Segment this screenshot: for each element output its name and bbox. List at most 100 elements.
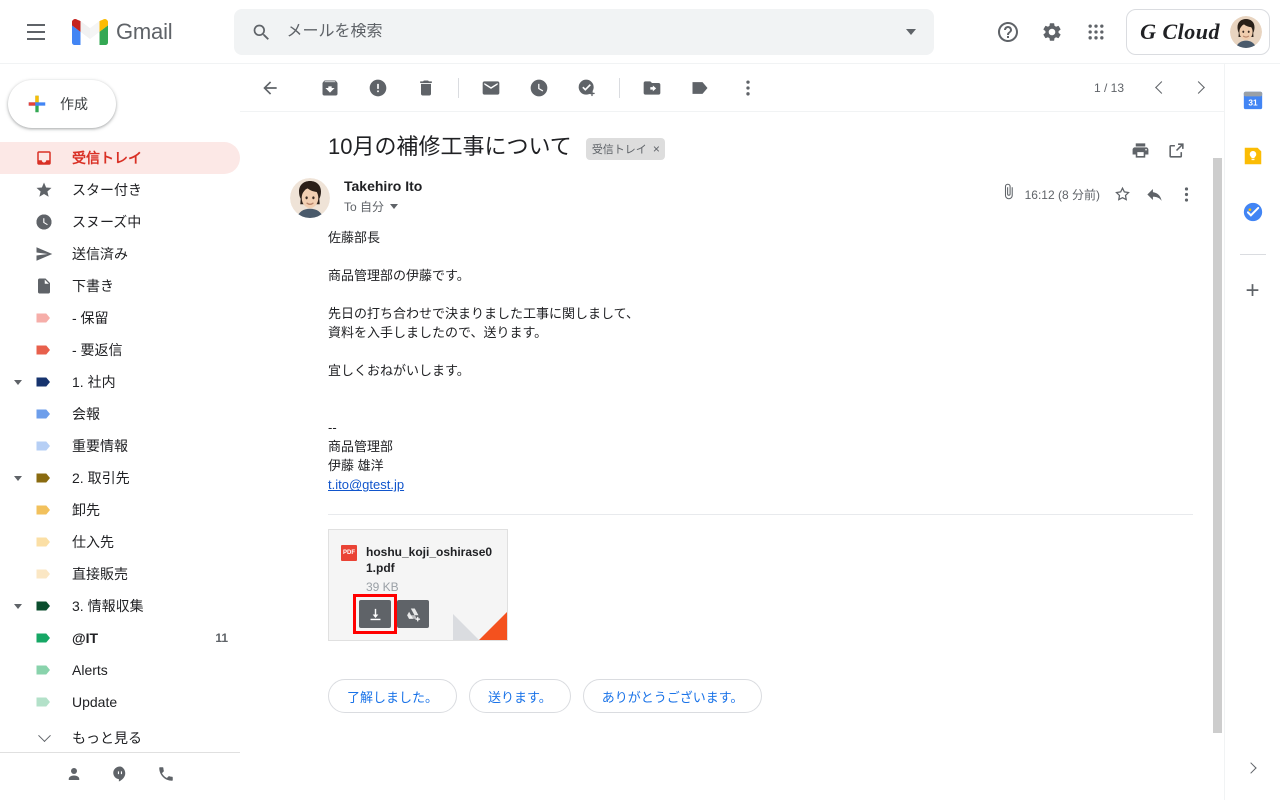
sidebar-nav: 受信トレイ スター付き スヌーズ中 送信済み 下書き - 保留 - 要返信 1.… (0, 142, 240, 754)
expand-side-panel-button[interactable] (1237, 752, 1269, 784)
sidebar-item-at-it[interactable]: @IT 11 (0, 622, 240, 654)
delete-button[interactable] (406, 68, 446, 108)
help-button[interactable] (986, 10, 1030, 54)
gmail-brand[interactable]: Gmail (72, 18, 173, 46)
sidebar-item-important-info[interactable]: 重要情報 (0, 430, 240, 462)
thread-label-chip[interactable]: 受信トレイ × (585, 138, 665, 161)
labels-icon (692, 81, 708, 94)
search-input[interactable] (286, 23, 889, 41)
top-bar-actions: G Cloud (986, 9, 1280, 55)
rail-divider (1239, 254, 1266, 255)
sidebar-item-inbox[interactable]: 受信トレイ (0, 142, 240, 174)
sender-avatar[interactable] (290, 178, 330, 219)
google-apps-button[interactable] (1074, 10, 1118, 54)
sender-email-link[interactable]: t.ito@gtest.jp (328, 477, 404, 492)
reply-button[interactable] (1138, 178, 1170, 210)
sidebar-item-alerts[interactable]: Alerts (0, 654, 240, 686)
settings-button[interactable] (1030, 10, 1074, 54)
gmail-logo-icon (72, 18, 108, 46)
back-button[interactable] (250, 68, 290, 108)
sidebar-item-suppliers[interactable]: 仕入先 (0, 526, 240, 558)
label-tag-icon (34, 692, 54, 712)
message-more-button[interactable] (1170, 178, 1202, 210)
add-to-tasks-button[interactable] (567, 68, 607, 108)
google-calendar-button[interactable]: 31 (1235, 82, 1271, 118)
sidebar-item-label: 受信トレイ (72, 150, 142, 166)
move-to-button[interactable] (632, 68, 672, 108)
addon-rail: 31 + (1224, 64, 1280, 800)
compose-button[interactable]: 作成 (8, 80, 116, 128)
label-tag-icon (34, 468, 54, 488)
phone-icon[interactable] (157, 765, 175, 788)
account-name: G Cloud (1140, 19, 1220, 44)
smart-reply-chip[interactable]: 了解しました。 (328, 679, 458, 714)
message-body-text: 佐藤部長 商品管理部の伊藤です。 先日の打ち合わせで決まりました工事に関しまして… (328, 230, 639, 474)
label-tag-icon (34, 308, 54, 328)
account-chip[interactable]: G Cloud (1126, 9, 1270, 55)
google-keep-icon (1244, 147, 1261, 165)
smart-reply-chip[interactable]: ありがとうございます。 (582, 679, 763, 714)
attachment-divider (328, 514, 1193, 516)
google-keep-button[interactable] (1235, 138, 1271, 174)
inbox-icon (34, 148, 54, 168)
help-icon (998, 22, 1019, 42)
twisty-expanded-icon[interactable] (8, 475, 28, 481)
sidebar-item-update[interactable]: Update (0, 686, 240, 718)
mark-unread-button[interactable] (471, 68, 511, 108)
more-options-button[interactable] (728, 68, 768, 108)
avatar[interactable] (1230, 16, 1262, 48)
sidebar-item-internal[interactable]: 1. 社内 (0, 366, 240, 398)
star-button[interactable] (1106, 178, 1138, 210)
add-to-drive-button[interactable] (397, 600, 429, 629)
sidebar-item-newsletter[interactable]: 会報 (0, 398, 240, 430)
add-to-tasks-icon (578, 79, 595, 96)
more-vertical-icon (1184, 187, 1188, 202)
close-icon[interactable]: × (653, 143, 660, 155)
sidebar-item-starred[interactable]: スター付き (0, 174, 240, 206)
report-spam-button[interactable] (358, 68, 398, 108)
sidebar-item-direct-sales[interactable]: 直接販売 (0, 558, 240, 590)
hangouts-icon[interactable] (111, 765, 129, 788)
next-page-button[interactable] (1180, 68, 1220, 108)
attachment-card[interactable]: PDF hoshu_koji_oshirase01.pdf 39 KB (328, 529, 508, 642)
smart-reply-chip[interactable]: 送ります。 (469, 679, 571, 714)
twisty-expanded-icon[interactable] (8, 379, 28, 385)
chevron-down-icon[interactable] (390, 204, 399, 210)
search-icon[interactable] (250, 21, 272, 43)
labels-button[interactable] (680, 68, 720, 108)
search-options-button[interactable] (888, 9, 934, 55)
chevron-right-icon (1192, 81, 1205, 94)
search-bar[interactable] (234, 9, 935, 55)
page-count: 1 / 13 (1093, 80, 1124, 95)
page-title: 10月の補修工事について (328, 134, 572, 159)
sidebar-item-label: Alerts (72, 662, 108, 678)
contacts-icon[interactable] (65, 765, 83, 788)
add-addon-button[interactable]: + (1235, 273, 1271, 309)
archive-button[interactable] (310, 68, 350, 108)
sidebar-item-needs-reply[interactable]: - 要返信 (0, 334, 240, 366)
sidebar-item-drafts[interactable]: 下書き (0, 270, 240, 302)
sidebar-item-sent[interactable]: 送信済み (0, 238, 240, 270)
recipient-line[interactable]: To 自分 (344, 198, 422, 215)
recipient-text: To 自分 (344, 200, 385, 215)
hamburger-menu-icon[interactable] (12, 8, 60, 56)
sidebar: 作成 受信トレイ スター付き スヌーズ中 送信済み 下書き - 保留 - 要返信… (0, 64, 240, 800)
email-message: Takehiro Ito To 自分 16:12 (8 分前) 佐藤部長 商品管… (240, 160, 1224, 714)
sidebar-item-clients[interactable]: 2. 取引先 (0, 462, 240, 494)
twisty-expanded-icon[interactable] (8, 603, 28, 609)
google-tasks-button[interactable] (1235, 194, 1271, 230)
sidebar-item-snoozed[interactable]: スヌーズ中 (0, 206, 240, 238)
google-tasks-icon (1243, 202, 1262, 222)
sidebar-item-hold[interactable]: - 保留 (0, 302, 240, 334)
prev-page-button[interactable] (1140, 68, 1180, 108)
download-attachment-button[interactable] (359, 600, 391, 629)
sidebar-item-label: もっと見る (72, 730, 142, 746)
snooze-button[interactable] (519, 68, 559, 108)
sidebar-item-wholesale[interactable]: 卸先 (0, 494, 240, 526)
sidebar-item-info-gathering[interactable]: 3. 情報収集 (0, 590, 240, 622)
sidebar-item-more[interactable]: もっと見る (0, 722, 240, 754)
vertical-scrollbar[interactable] (1213, 158, 1222, 733)
label-chip-text: 受信トレイ (591, 144, 647, 157)
back-arrow-icon (263, 80, 277, 95)
message-timestamp: 16:12 (8 分前) (1024, 187, 1100, 202)
